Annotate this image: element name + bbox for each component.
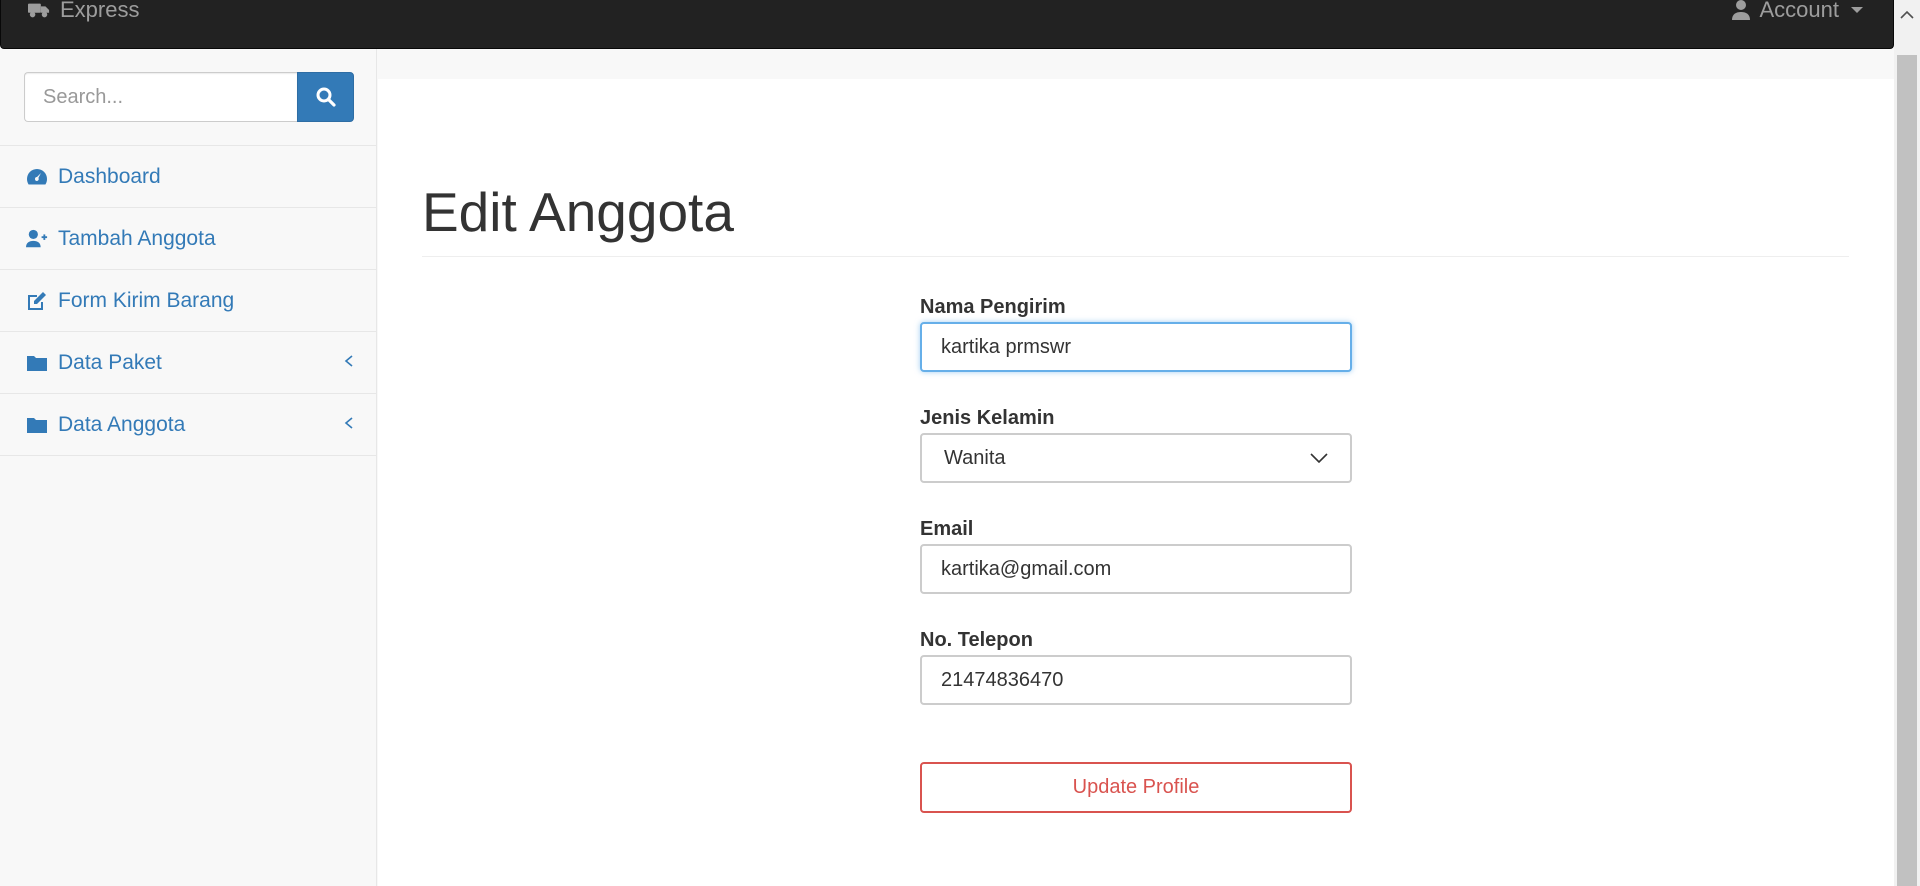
sidebar-item-dashboard[interactable]: Dashboard [0, 146, 377, 208]
email-value: kartika@gmail.com [941, 557, 1112, 580]
sidebar-item-label: Data Anggota [58, 412, 186, 436]
truck-icon [28, 3, 50, 18]
account-label: Account [1759, 0, 1840, 22]
gender-label: Jenis Kelamin [920, 407, 1055, 429]
update-profile-label: Update Profile [1072, 776, 1200, 798]
phone-group: No. Telepon 21474836470 [920, 625, 1352, 705]
sidebar-menu: Dashboard Tambah Anggota Form Kirim Bara… [0, 145, 377, 456]
top-navbar: Express Account [0, 0, 1894, 49]
sidebar-item-data-anggota[interactable]: Data Anggota [0, 394, 377, 456]
nama-field[interactable]: kartika prmswr [920, 322, 1352, 372]
page-scrollbar[interactable] [1894, 0, 1920, 886]
search-icon [316, 87, 336, 107]
gender-value: Wanita [944, 446, 1006, 469]
update-profile-button[interactable]: Update Profile [920, 762, 1352, 813]
scroll-up-button[interactable] [1894, 0, 1920, 30]
nama-group: Nama Pengirim kartika prmswr [920, 292, 1352, 372]
sidebar-item-label: Tambah Anggota [58, 226, 216, 250]
brand-link[interactable]: Express [28, 0, 139, 25]
page-title: Edit Anggota [422, 181, 734, 243]
phone-label: No. Telepon [920, 629, 1033, 651]
gender-group: Jenis Kelamin Wanita [920, 403, 1352, 483]
email-field[interactable]: kartika@gmail.com [920, 544, 1352, 594]
email-group: Email kartika@gmail.com [920, 514, 1352, 594]
brand-name: Express [60, 0, 140, 22]
sidebar-item-tambah-anggota[interactable]: Tambah Anggota [0, 208, 377, 270]
caret-down-icon [1851, 7, 1863, 13]
phone-field[interactable]: 21474836470 [920, 655, 1352, 705]
folder-icon [27, 417, 47, 433]
gender-select[interactable]: Wanita [920, 433, 1352, 483]
chevron-down-icon [1310, 453, 1328, 463]
email-label: Email [920, 518, 974, 540]
sidebar-item-label: Form Kirim Barang [58, 288, 235, 312]
chevron-left-icon [344, 355, 353, 367]
sidebar-search [24, 72, 354, 122]
sidebar-item-label: Dashboard [58, 164, 161, 188]
nama-value: kartika prmswr [941, 335, 1072, 358]
sidebar: Dashboard Tambah Anggota Form Kirim Bara… [0, 49, 377, 886]
edit-anggota-form: Nama Pengirim kartika prmswr Jenis Kelam… [920, 292, 1352, 705]
chevron-up-icon [1900, 10, 1914, 19]
main-content: Edit Anggota Nama Pengirim kartika prmsw… [378, 79, 1894, 886]
nama-label: Nama Pengirim [920, 296, 1066, 318]
dashboard-icon [27, 168, 48, 184]
sidebar-item-data-paket[interactable]: Data Paket [0, 332, 377, 394]
chevron-left-icon [344, 417, 353, 429]
search-input[interactable] [24, 72, 297, 122]
sidebar-item-label: Data Paket [58, 350, 162, 374]
title-divider [422, 256, 1849, 257]
account-dropdown[interactable]: Account [1731, 0, 1863, 25]
scroll-thumb[interactable] [1897, 55, 1917, 886]
phone-value: 21474836470 [941, 668, 1064, 691]
user-plus-icon [26, 229, 48, 247]
edit-icon [28, 291, 46, 310]
user-icon [1731, 0, 1750, 20]
search-button[interactable] [297, 72, 354, 122]
folder-icon [27, 355, 47, 371]
sidebar-item-form-kirim-barang[interactable]: Form Kirim Barang [0, 270, 377, 332]
